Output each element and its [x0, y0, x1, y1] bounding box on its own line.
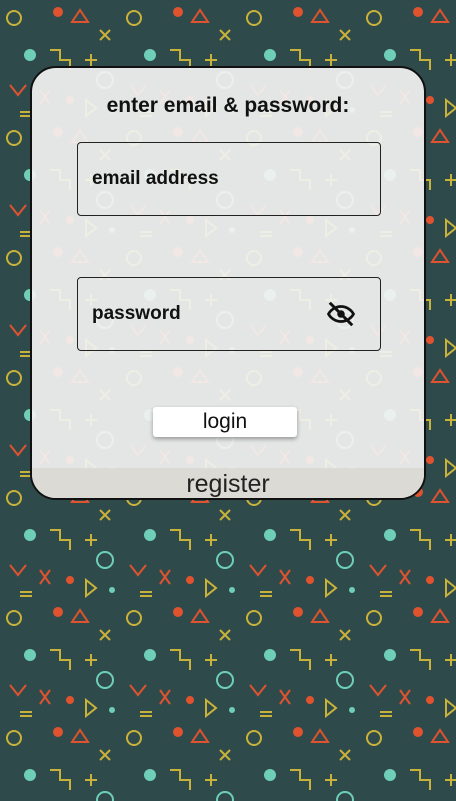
- login-button[interactable]: login: [153, 407, 297, 437]
- login-heading: enter email & password:: [106, 94, 350, 117]
- register-button[interactable]: register: [32, 468, 424, 498]
- email-placeholder: email address: [92, 168, 219, 189]
- eye-slash-icon[interactable]: [326, 299, 356, 329]
- password-field[interactable]: password: [77, 277, 381, 351]
- email-field[interactable]: email address: [77, 142, 381, 216]
- login-card: enter email & password: email address pa…: [30, 66, 426, 500]
- password-placeholder: password: [92, 303, 181, 324]
